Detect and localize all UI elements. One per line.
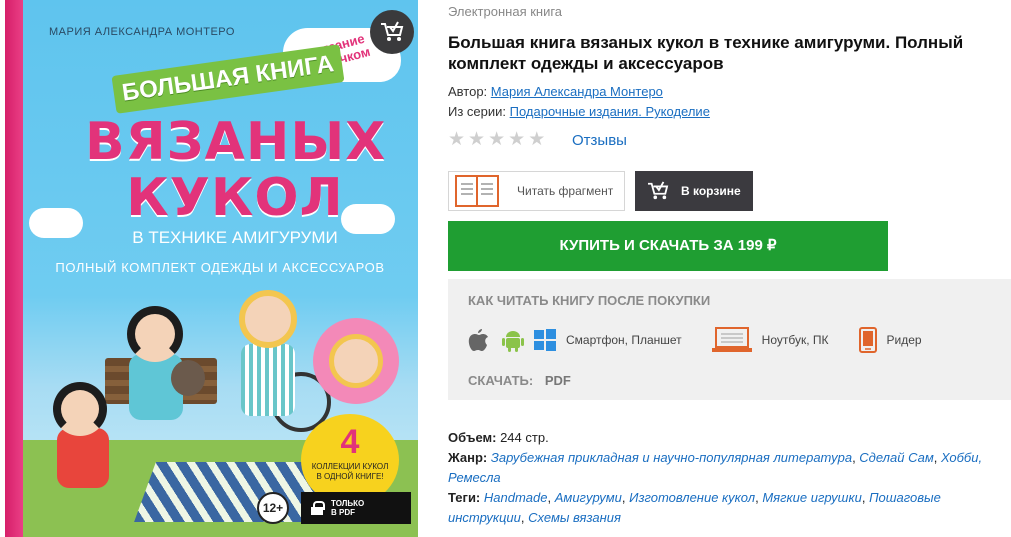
- doll-body: [57, 428, 109, 488]
- star-icon[interactable]: ★: [468, 130, 485, 150]
- series-label: Из серии:: [448, 104, 507, 119]
- smartphone-tablet-label: Смартфон, Планшет: [566, 333, 682, 347]
- doll-head: [127, 306, 183, 362]
- volume-label: Объем:: [448, 430, 497, 445]
- cover-banner: БОЛЬШАЯ КНИГА: [111, 44, 345, 114]
- ereader-icon: [858, 327, 877, 353]
- tag-link[interactable]: Амигуруми: [555, 490, 622, 505]
- doll-head: [329, 334, 383, 388]
- rating-stars[interactable]: ★ ★ ★ ★ ★: [448, 130, 545, 150]
- author-link[interactable]: Мария Александра Монтеро: [491, 84, 663, 99]
- apple-icon: [468, 329, 488, 351]
- how-to-read-title: КАК ЧИТАТЬ КНИГУ ПОСЛЕ ПОКУПКИ: [468, 293, 711, 308]
- tag-link[interactable]: Схемы вязания: [528, 510, 621, 525]
- read-fragment-label: Читать фрагмент: [517, 184, 614, 198]
- pdf-badge-line2: В PDF: [331, 508, 355, 517]
- in-cart-label: В корзине: [681, 184, 741, 198]
- genre-label: Жанр:: [448, 450, 488, 465]
- in-cart-button[interactable]: В корзине: [635, 171, 753, 211]
- age-rating-badge: 12+: [257, 492, 289, 524]
- pdf-badge-line1: ТОЛЬКО: [331, 499, 365, 508]
- cart-check-icon: [381, 21, 404, 41]
- download-row: СКАЧАТЬ: PDF: [468, 373, 571, 388]
- genre-link[interactable]: Сделай Сам: [859, 450, 933, 465]
- collections-badge-number: 4: [340, 423, 360, 461]
- cover-title-line2: КУКОЛ: [126, 168, 344, 228]
- doll-head: [239, 290, 297, 348]
- cover-author: МАРИЯ АЛЕКСАНДРА МОНТЕРО: [49, 26, 235, 38]
- cover-spine: [5, 0, 23, 537]
- pdf-only-badge: ТОЛЬКО В PDF: [301, 492, 411, 524]
- laptop-pc-label: Ноутбук, ПК: [761, 333, 829, 347]
- series-link[interactable]: Подарочные издания. Рукоделие: [510, 104, 710, 119]
- page-title: Большая книга вязаных кукол в технике ам…: [448, 33, 964, 73]
- cover-subtitle: В ТЕХНИКЕ АМИГУРУМИ: [132, 228, 338, 247]
- cover-subtitle-2: ПОЛНЫЙ КОМПЛЕКТ ОДЕЖДЫ И АКСЕССУАРОВ: [55, 260, 385, 275]
- tags-line: Теги: Handmade, Амигуруми, Изготовление …: [448, 490, 941, 525]
- author-label: Автор:: [448, 84, 488, 99]
- laptop-icon: [711, 327, 752, 352]
- tag-link[interactable]: Мягкие игрушки: [762, 490, 862, 505]
- collections-badge-text: КОЛЛЕКЦИИ КУКОЛ В ОДНОЙ КНИГЕ!: [311, 462, 389, 481]
- read-fragment-button[interactable]: Читать фрагмент: [448, 171, 625, 211]
- how-to-read-panel: КАК ЧИТАТЬ КНИГУ ПОСЛЕ ПОКУПКИ Смартфон,…: [448, 279, 1011, 400]
- download-pdf-link[interactable]: PDF: [545, 373, 571, 388]
- windows-icon: [534, 329, 556, 351]
- android-icon: [502, 331, 524, 352]
- genre-link[interactable]: Зарубежная прикладная и научно-популярна…: [491, 450, 852, 465]
- device-row: Смартфон, Планшет Ноутбук, ПК Ридер: [468, 327, 922, 353]
- reader-label: Ридер: [886, 333, 922, 347]
- tags-label: Теги:: [448, 490, 481, 505]
- book-cover[interactable]: МАРИЯ АЛЕКСАНДРА МОНТЕРО вязание крючком…: [5, 0, 418, 537]
- star-icon[interactable]: ★: [528, 130, 545, 150]
- book-details: Объем: 244 стр. Жанр: Зарубежная приклад…: [448, 428, 1008, 528]
- star-icon[interactable]: ★: [448, 130, 465, 150]
- buy-and-download-button[interactable]: КУПИТЬ И СКАЧАТЬ ЗА 199 ₽: [448, 221, 888, 271]
- cover-title-line1: ВЯЗАНЫХ: [85, 112, 387, 172]
- add-to-cart-floating-button[interactable]: [370, 10, 414, 54]
- doll-head: [53, 382, 107, 436]
- tag-link[interactable]: Handmade: [484, 490, 548, 505]
- document-type: Электронная книга: [448, 4, 563, 19]
- star-icon[interactable]: ★: [508, 130, 525, 150]
- doll-body: [241, 344, 295, 416]
- cart-check-icon: [648, 181, 669, 200]
- cover-cloud: [29, 208, 83, 238]
- lock-icon: [311, 501, 325, 515]
- volume-value: 244 стр.: [500, 430, 549, 445]
- download-label: СКАЧАТЬ:: [468, 373, 534, 388]
- tag-link[interactable]: Изготовление кукол: [629, 490, 755, 505]
- reviews-link[interactable]: Отзывы: [572, 132, 627, 149]
- author-line: Автор: Мария Александра Монтеро: [448, 84, 663, 99]
- series-line: Из серии: Подарочные издания. Рукоделие: [448, 104, 710, 119]
- star-icon[interactable]: ★: [488, 130, 505, 150]
- teddy-bear: [171, 360, 205, 396]
- volume-line: Объем: 244 стр.: [448, 428, 1008, 448]
- open-book-icon: [455, 175, 499, 207]
- genre-line: Жанр: Зарубежная прикладная и научно-поп…: [448, 450, 983, 485]
